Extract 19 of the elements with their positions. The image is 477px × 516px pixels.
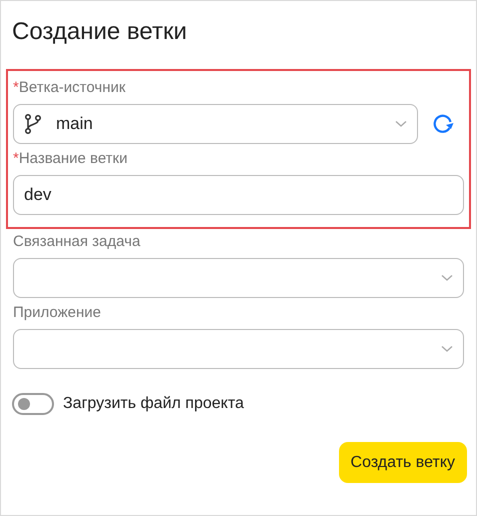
- chevron-down-icon: [441, 274, 453, 282]
- create-branch-button[interactable]: Создать ветку: [338, 442, 467, 483]
- field-label: Название ветки: [18, 150, 128, 167]
- select-field[interactable]: [13, 329, 464, 369]
- required-mark: *: [13, 150, 19, 167]
- field-label: Связанная задача: [13, 233, 140, 250]
- select-field[interactable]: [13, 258, 464, 298]
- select-value: main: [56, 114, 94, 134]
- refresh-icon[interactable]: [432, 113, 454, 135]
- field-label: Приложение: [13, 304, 101, 321]
- select-field[interactable]: main: [13, 104, 418, 144]
- chevron-down-icon: [441, 345, 453, 353]
- toggle-label: Загрузить файл проекта: [63, 395, 244, 413]
- field-label: Ветка-источник: [18, 79, 126, 96]
- chevron-down-icon: [395, 120, 407, 128]
- input-field[interactable]: dev: [13, 175, 464, 215]
- toggle-switch[interactable]: [12, 393, 54, 415]
- page-title: Создание ветки: [12, 18, 188, 46]
- required-mark: *: [13, 79, 19, 96]
